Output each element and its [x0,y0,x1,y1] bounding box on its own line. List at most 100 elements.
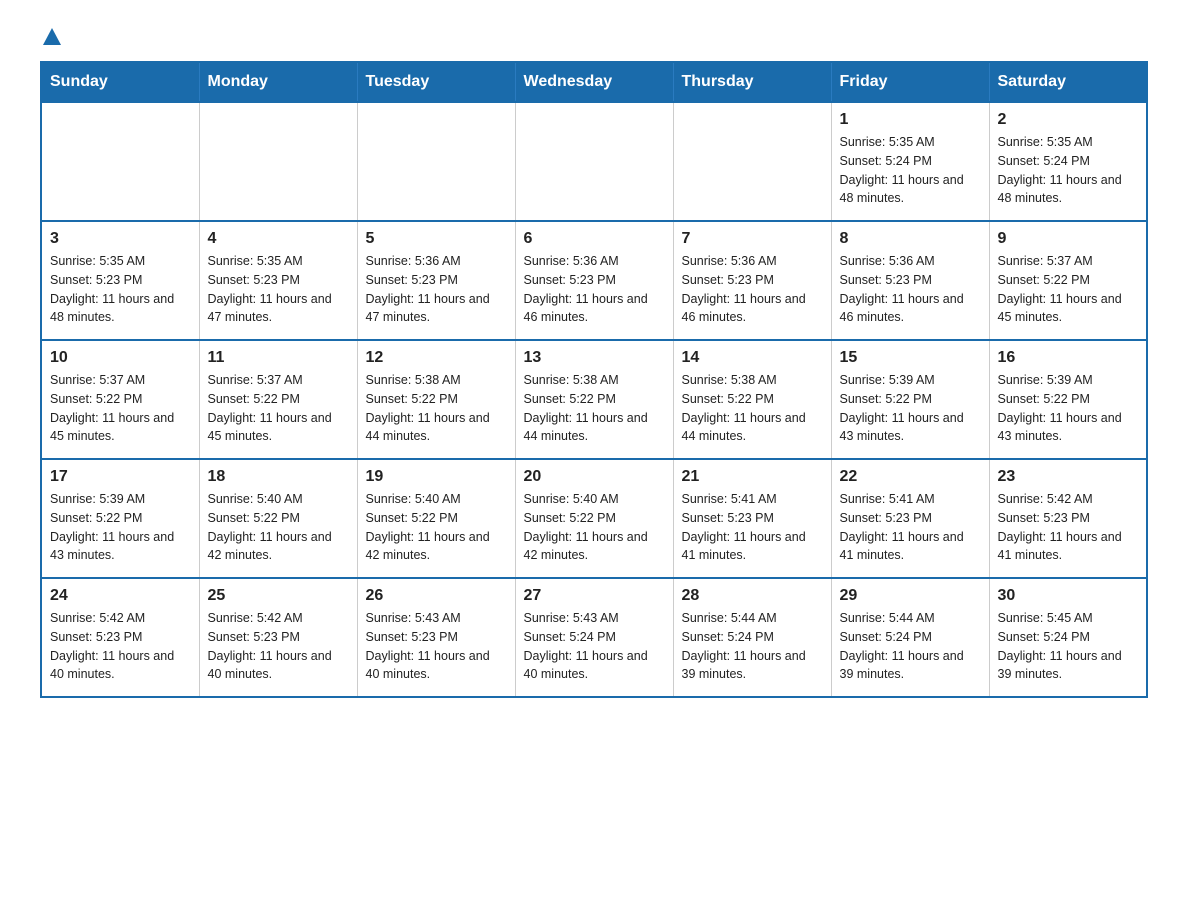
calendar-cell: 25Sunrise: 5:42 AMSunset: 5:23 PMDayligh… [199,578,357,697]
calendar-cell [199,102,357,221]
day-info: Sunrise: 5:40 AMSunset: 5:22 PMDaylight:… [524,490,665,565]
day-number: 28 [682,587,823,605]
calendar-cell: 10 Sunrise: 5:37 AMSunset: 5:22 PMDayligh… [41,340,199,459]
calendar-table: SundayMondayTuesdayWednesdayThursdayFrid… [40,61,1148,698]
header-wednesday: Wednesday [515,62,673,102]
day-number: 9 [998,230,1139,248]
calendar-cell: 3 Sunrise: 5:35 AMSunset: 5:23 PMDaylight… [41,221,199,340]
day-info: Sunrise: 5:44 AMSunset: 5:24 PMDaylight:… [682,609,823,684]
day-number: 21 [682,468,823,486]
week-row-5: 24 Sunrise: 5:42 AMSunset: 5:23 PMDayligh… [41,578,1147,697]
logo-name [40,30,61,47]
day-info: Sunrise: 5:35 AMSunset: 5:23 PMDaylight:… [50,252,191,327]
week-row-4: 17 Sunrise: 5:39 AMSunset: 5:22 PMDayligh… [41,459,1147,578]
day-number: 2 [998,111,1139,129]
day-info: Sunrise: 5:38 AMSunset: 5:22 PMDaylight:… [366,371,507,446]
calendar-cell: 9 Sunrise: 5:37 AMSunset: 5:22 PMDaylight… [989,221,1147,340]
day-number: 22 [840,468,981,486]
day-number: 13 [524,349,665,367]
day-info: Sunrise: 5:39 AMSunset: 5:22 PMDaylight:… [998,371,1139,446]
calendar-cell: 7Sunrise: 5:36 AMSunset: 5:23 PMDaylight… [673,221,831,340]
calendar-cell: 11 Sunrise: 5:37 AMSunset: 5:22 PMDayligh… [199,340,357,459]
day-info: Sunrise: 5:41 AMSunset: 5:23 PMDaylight:… [682,490,823,565]
day-info: Sunrise: 5:38 AMSunset: 5:22 PMDaylight:… [524,371,665,446]
calendar-cell: 22 Sunrise: 5:41 AMSunset: 5:23 PMDayligh… [831,459,989,578]
day-number: 11 [208,349,349,367]
week-row-1: 1 Sunrise: 5:35 AMSunset: 5:24 PMDaylight… [41,102,1147,221]
day-info: Sunrise: 5:41 AMSunset: 5:23 PMDaylight:… [840,490,981,565]
day-info: Sunrise: 5:39 AMSunset: 5:22 PMDaylight:… [50,490,191,565]
day-number: 25 [208,587,349,605]
calendar-cell: 2 Sunrise: 5:35 AMSunset: 5:24 PMDaylight… [989,102,1147,221]
calendar-cell: 20 Sunrise: 5:40 AMSunset: 5:22 PMDayligh… [515,459,673,578]
calendar-cell: 19Sunrise: 5:40 AMSunset: 5:22 PMDayligh… [357,459,515,578]
calendar-cell: 6 Sunrise: 5:36 AMSunset: 5:23 PMDaylight… [515,221,673,340]
day-number: 24 [50,587,191,605]
day-number: 3 [50,230,191,248]
calendar-cell: 5 Sunrise: 5:36 AMSunset: 5:23 PMDaylight… [357,221,515,340]
day-info: Sunrise: 5:45 AMSunset: 5:24 PMDaylight:… [998,609,1139,684]
day-number: 6 [524,230,665,248]
day-info: Sunrise: 5:38 AMSunset: 5:22 PMDaylight:… [682,371,823,446]
calendar-cell [515,102,673,221]
day-number: 12 [366,349,507,367]
logo [40,30,61,43]
day-info: Sunrise: 5:37 AMSunset: 5:22 PMDaylight:… [50,371,191,446]
day-info: Sunrise: 5:37 AMSunset: 5:22 PMDaylight:… [208,371,349,446]
day-info: Sunrise: 5:42 AMSunset: 5:23 PMDaylight:… [998,490,1139,565]
calendar-cell: 26Sunrise: 5:43 AMSunset: 5:23 PMDayligh… [357,578,515,697]
day-number: 29 [840,587,981,605]
calendar-cell: 4 Sunrise: 5:35 AMSunset: 5:23 PMDaylight… [199,221,357,340]
day-info: Sunrise: 5:42 AMSunset: 5:23 PMDaylight:… [50,609,191,684]
calendar-cell: 15Sunrise: 5:39 AMSunset: 5:22 PMDayligh… [831,340,989,459]
header-tuesday: Tuesday [357,62,515,102]
day-number: 19 [366,468,507,486]
calendar-body: 1 Sunrise: 5:35 AMSunset: 5:24 PMDaylight… [41,102,1147,697]
calendar-cell: 12 Sunrise: 5:38 AMSunset: 5:22 PMDayligh… [357,340,515,459]
calendar-cell: 30 Sunrise: 5:45 AMSunset: 5:24 PMDayligh… [989,578,1147,697]
day-number: 30 [998,587,1139,605]
header-saturday: Saturday [989,62,1147,102]
calendar-cell: 28 Sunrise: 5:44 AMSunset: 5:24 PMDayligh… [673,578,831,697]
day-number: 17 [50,468,191,486]
day-info: Sunrise: 5:35 AMSunset: 5:24 PMDaylight:… [998,133,1139,208]
day-number: 14 [682,349,823,367]
day-info: Sunrise: 5:35 AMSunset: 5:23 PMDaylight:… [208,252,349,327]
header-monday: Monday [199,62,357,102]
calendar-cell: 18 Sunrise: 5:40 AMSunset: 5:22 PMDayligh… [199,459,357,578]
day-number: 1 [840,111,981,129]
calendar-cell: 14 Sunrise: 5:38 AMSunset: 5:22 PMDayligh… [673,340,831,459]
week-row-3: 10 Sunrise: 5:37 AMSunset: 5:22 PMDayligh… [41,340,1147,459]
day-info: Sunrise: 5:37 AMSunset: 5:22 PMDaylight:… [998,252,1139,327]
logo-triangle-icon [43,28,61,45]
day-info: Sunrise: 5:36 AMSunset: 5:23 PMDaylight:… [840,252,981,327]
day-number: 26 [366,587,507,605]
day-number: 4 [208,230,349,248]
calendar-cell: 24 Sunrise: 5:42 AMSunset: 5:23 PMDayligh… [41,578,199,697]
day-number: 10 [50,349,191,367]
day-number: 18 [208,468,349,486]
day-number: 20 [524,468,665,486]
day-number: 27 [524,587,665,605]
header-sunday: Sunday [41,62,199,102]
day-info: Sunrise: 5:36 AMSunset: 5:23 PMDaylight:… [524,252,665,327]
calendar-cell: 1Sunrise: 5:35 AMSunset: 5:24 PMDaylight… [831,102,989,221]
day-number: 16 [998,349,1139,367]
day-info: Sunrise: 5:40 AMSunset: 5:22 PMDaylight:… [208,490,349,565]
day-number: 5 [366,230,507,248]
calendar-cell [41,102,199,221]
calendar-cell: 23 Sunrise: 5:42 AMSunset: 5:23 PMDayligh… [989,459,1147,578]
day-info: Sunrise: 5:44 AMSunset: 5:24 PMDaylight:… [840,609,981,684]
calendar-cell: 16 Sunrise: 5:39 AMSunset: 5:22 PMDayligh… [989,340,1147,459]
calendar-header: SundayMondayTuesdayWednesdayThursdayFrid… [41,62,1147,102]
calendar-cell: 27Sunrise: 5:43 AMSunset: 5:24 PMDayligh… [515,578,673,697]
day-info: Sunrise: 5:36 AMSunset: 5:23 PMDaylight:… [366,252,507,327]
header-friday: Friday [831,62,989,102]
header-row: SundayMondayTuesdayWednesdayThursdayFrid… [41,62,1147,102]
day-number: 23 [998,468,1139,486]
calendar-cell: 8Sunrise: 5:36 AMSunset: 5:23 PMDaylight… [831,221,989,340]
day-info: Sunrise: 5:36 AMSunset: 5:23 PMDaylight:… [682,252,823,327]
header-thursday: Thursday [673,62,831,102]
page-header [40,30,1148,43]
calendar-cell [357,102,515,221]
